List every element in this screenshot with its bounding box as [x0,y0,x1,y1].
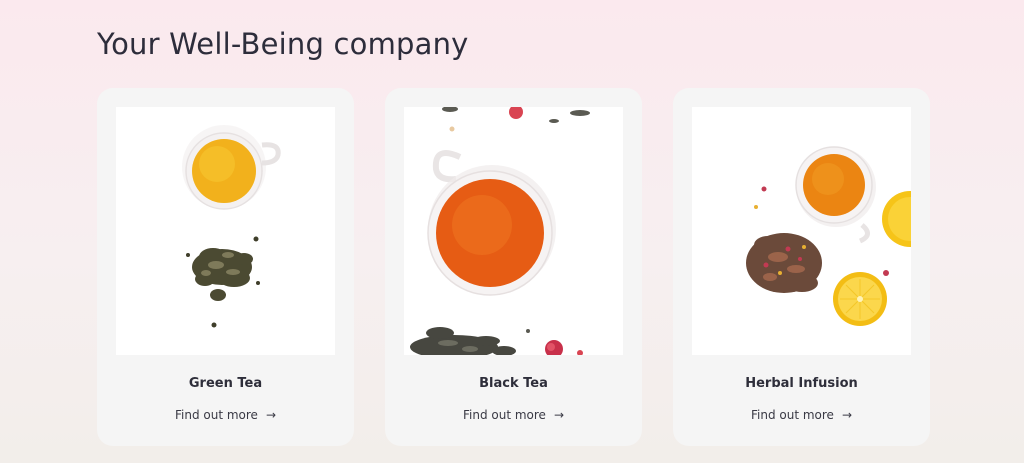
arrow-right-icon: → [553,408,564,422]
link-label: Find out more [174,408,258,422]
card-title: Green Tea [188,376,263,391]
herbal-infusion-image [692,107,911,355]
arrow-right-icon: → [265,408,276,422]
link-label: Find out more [750,408,834,422]
product-card-herbal-infusion[interactable]: Herbal Infusion Find out more → [673,88,930,446]
card-title: Herbal Infusion [745,376,858,391]
find-out-more-link[interactable]: Find out more → [385,408,642,422]
find-out-more-link[interactable]: Find out more → [97,408,354,422]
product-card-black-tea[interactable]: Black Tea Find out more → [385,88,642,446]
green-tea-image [116,107,335,355]
page-title: Your Well-Being company [97,27,469,61]
link-label: Find out more [462,408,546,422]
product-card-green-tea[interactable]: Green Tea Find out more → [97,88,354,446]
arrow-right-icon: → [841,408,852,422]
card-title: Black Tea [479,376,548,391]
find-out-more-link[interactable]: Find out more → [673,408,930,422]
black-tea-image [404,107,623,355]
